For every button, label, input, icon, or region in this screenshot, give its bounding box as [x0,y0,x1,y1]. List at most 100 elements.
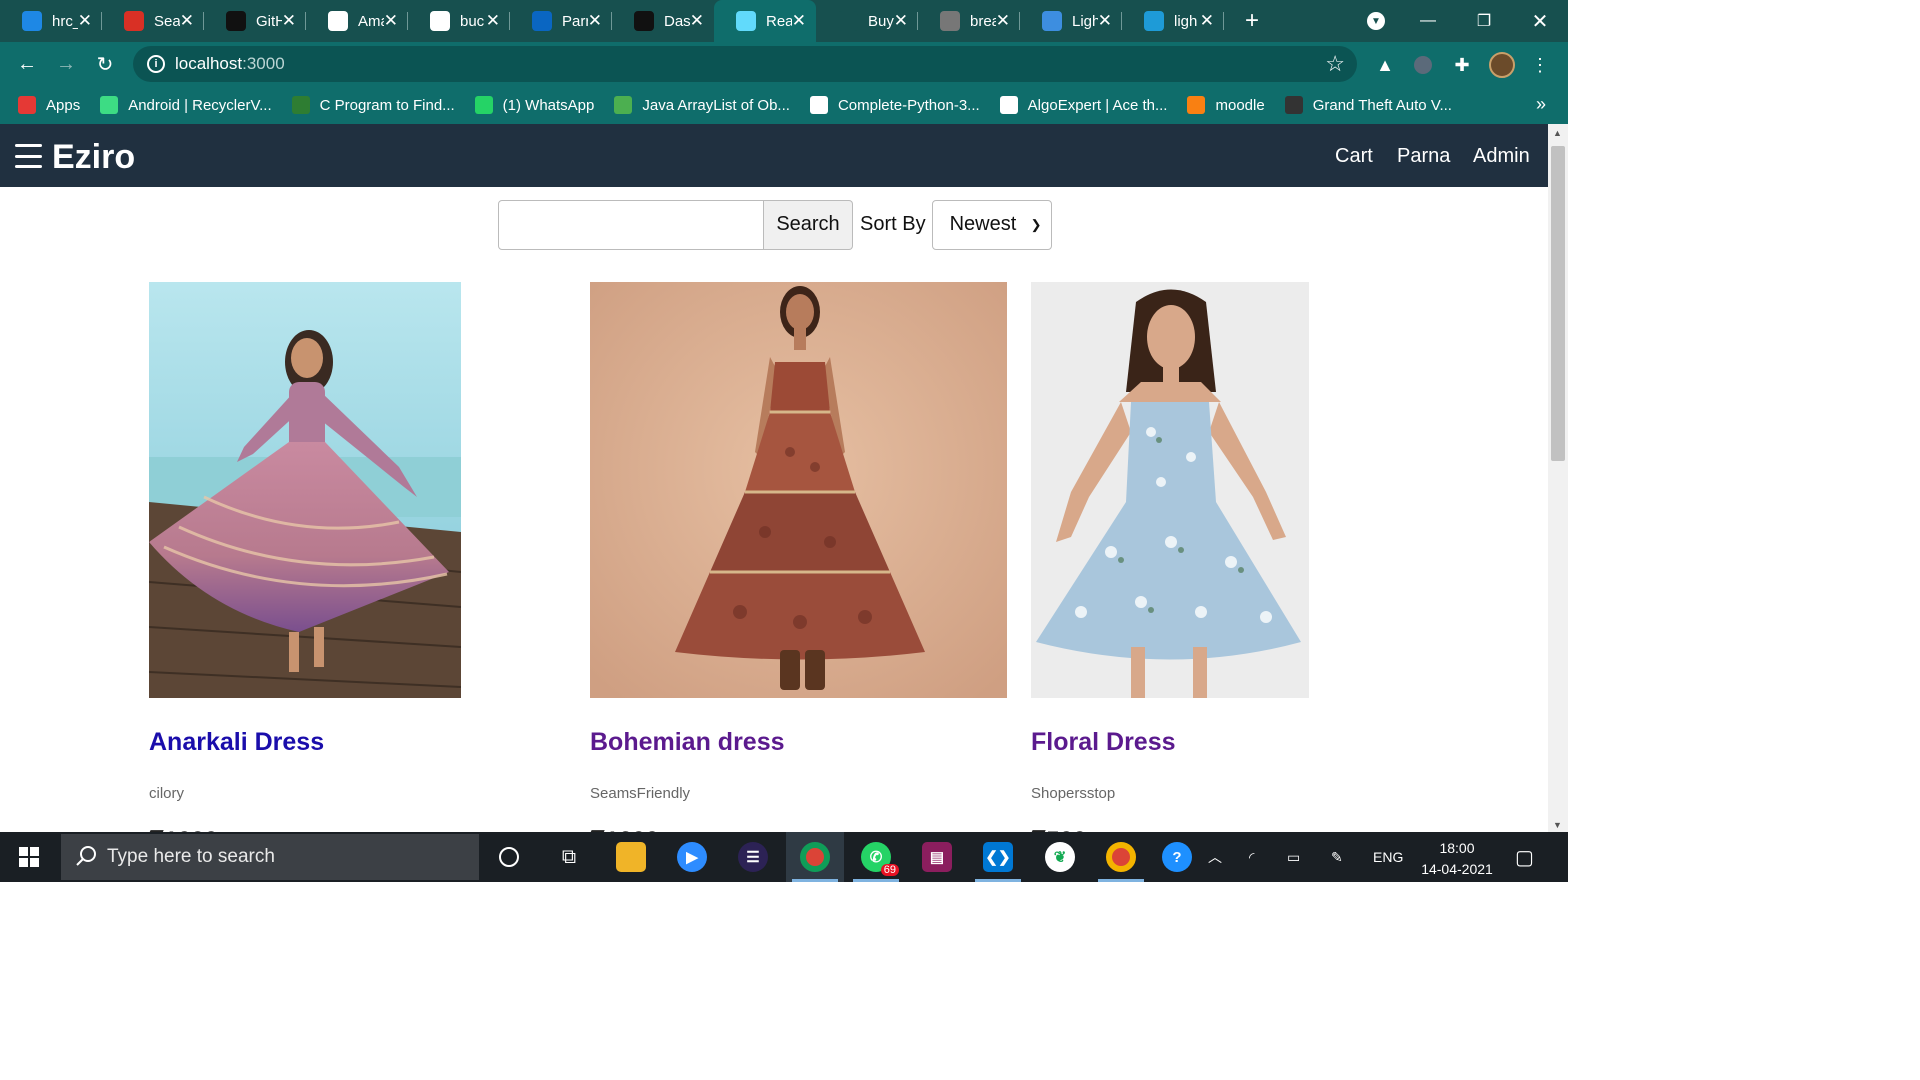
tab-title: Parr [562,12,588,30]
scroll-up-icon[interactable]: ▲ [1553,128,1562,138]
taskbar-file-explorer[interactable] [602,832,660,882]
zoom-icon: ▶ [677,842,707,872]
start-button[interactable] [0,832,58,882]
nav-admin[interactable]: Admin [1473,145,1530,168]
task-view-button[interactable]: ⧉ [540,832,598,882]
browser-tab[interactable]: Ama✕ [306,0,408,42]
nav-cart[interactable]: Cart [1335,145,1373,168]
scrollbar-thumb[interactable] [1551,146,1565,461]
close-tab-icon[interactable]: ✕ [996,11,1010,31]
whatsapp-badge: 69 [880,864,899,876]
close-tab-icon[interactable]: ✕ [384,11,398,31]
product-name[interactable]: Floral Dress [1031,728,1176,757]
browser-tab[interactable]: Ligh ✕ [1020,0,1122,42]
taskbar-chrome-2[interactable] [1092,832,1150,882]
taskbar-vscode[interactable]: ❮❯ [969,832,1027,882]
taskbar-help[interactable]: ? [1148,832,1206,882]
bookmark-item[interactable]: C Program to Find... [291,96,455,114]
product-name[interactable]: Bohemian dress [590,728,785,757]
bookmark-item[interactable]: Android | RecyclerV... [100,96,272,114]
browser-tab[interactable]: Parr ✕ [510,0,612,42]
taskbar-winrar[interactable]: ▤ [908,832,966,882]
nav-user[interactable]: Parna [1397,145,1450,168]
cortana-button[interactable] [480,832,538,882]
bookmark-item[interactable]: Java ArrayList of Ob... [614,96,790,114]
more-bookmarks-icon[interactable]: » [1536,94,1546,115]
close-tab-icon[interactable]: ✕ [282,11,296,31]
product-image-anarkali[interactable] [149,282,461,698]
browser-tab[interactable]: brea ✕ [918,0,1020,42]
close-tab-icon[interactable]: ✕ [180,11,194,31]
browser-tab[interactable]: Das ✕ [612,0,714,42]
close-tab-icon[interactable]: ✕ [1098,11,1112,31]
taskbar-chrome[interactable] [786,832,844,882]
scroll-down-icon[interactable]: ▼ [1553,820,1562,830]
tab-search-button[interactable]: ▼ [1348,0,1404,42]
forward-button[interactable]: → [46,44,86,84]
close-window-button[interactable]: ✕ [1512,0,1568,42]
tray-overflow[interactable]: ︿ [1208,832,1222,882]
product-image-bohemian[interactable] [590,282,1007,698]
close-tab-icon[interactable]: ✕ [690,11,704,31]
bookmark-item[interactable]: Complete-Python-3... [809,96,980,114]
back-button[interactable]: ← [7,44,47,84]
browser-tab[interactable]: GitH ✕ [204,0,306,42]
sort-by-label: Sort By [860,213,926,235]
search-input[interactable] [498,199,764,250]
bookmark-item[interactable]: Grand Theft Auto V... [1284,96,1452,114]
bookmark-item[interactable]: (1) WhatsApp [474,96,594,114]
taskbar-search-box[interactable]: Type here to search [61,834,479,880]
tray-language[interactable]: ENG [1373,832,1403,882]
restore-button[interactable]: ❐ [1456,0,1512,42]
search-button[interactable]: Search [764,199,853,250]
taskbar-whatsapp[interactable]: ✆ 69 [847,832,905,882]
taskbar-clock[interactable]: 18:00 14-04-2021 [1420,838,1494,880]
browser-menu-icon[interactable]: ⋮ [1527,52,1553,78]
tab-title: brea [970,12,996,30]
taskbar-eclipse[interactable]: ☰ [724,832,782,882]
extension-mountain-icon[interactable]: ▲ [1372,52,1398,78]
new-tab-button[interactable]: + [1232,7,1272,35]
close-tab-icon[interactable]: ✕ [78,11,92,31]
close-tab-icon[interactable]: ✕ [486,11,500,31]
reload-button[interactable]: ↻ [85,44,125,84]
browser-tab[interactable]: hrc_✕ [0,0,102,42]
bookmark-item[interactable]: Apps [18,96,80,114]
product-name[interactable]: Anarkali Dress [149,728,324,757]
close-tab-icon[interactable]: ✕ [588,11,602,31]
minimize-button[interactable]: — [1400,0,1456,42]
address-bar[interactable]: i localhost:3000 ☆ [133,46,1357,82]
product-image-floral[interactable] [1031,282,1309,698]
extension-cursor-icon[interactable] [1410,52,1436,78]
extensions-puzzle-icon[interactable]: ✚ [1449,52,1475,78]
browser-tab[interactable]: ligh ✕ [1122,0,1224,42]
close-tab-icon[interactable]: ✕ [792,11,806,31]
battery-icon: ▭ [1287,848,1301,865]
brand-logo[interactable]: Eziro [52,138,135,177]
profile-avatar[interactable] [1489,52,1515,78]
notifications-button[interactable]: ▢ [1515,832,1534,882]
browser-tab[interactable]: Sear✕ [102,0,204,42]
bookmark-item[interactable]: AlgoExpert | Ace th... [999,96,1167,114]
taskbar-zoom[interactable]: ▶ [663,832,721,882]
bookmark-star-icon[interactable]: ☆ [1325,51,1345,77]
page-scrollbar[interactable]: ▲ ▼ [1548,124,1568,832]
browser-tab[interactable]: Rea ✕ [714,0,816,42]
wifi-icon: ◜ [1249,848,1255,865]
google-drive-icon [22,11,42,31]
bookmark-item[interactable]: moodle [1187,96,1265,114]
browser-tab[interactable]: Buy ✕ [816,0,918,42]
tray-network[interactable]: ◜ [1249,832,1254,882]
chrome-icon [1106,842,1136,872]
sort-select[interactable]: Newest ❯ [931,199,1052,250]
hamburger-menu-icon[interactable] [15,144,42,168]
windows-logo-icon [19,847,39,867]
browser-tab[interactable]: buc ✕ [408,0,510,42]
close-tab-icon[interactable]: ✕ [1200,11,1214,31]
tray-battery[interactable]: ▭ [1287,832,1300,882]
tab-title: hrc_ [52,12,78,30]
taskbar-mongodb[interactable]: ❦ [1031,832,1089,882]
tray-pen[interactable]: ✎ [1331,832,1343,882]
close-tab-icon[interactable]: ✕ [894,11,908,31]
minimize-icon: — [1420,12,1436,29]
